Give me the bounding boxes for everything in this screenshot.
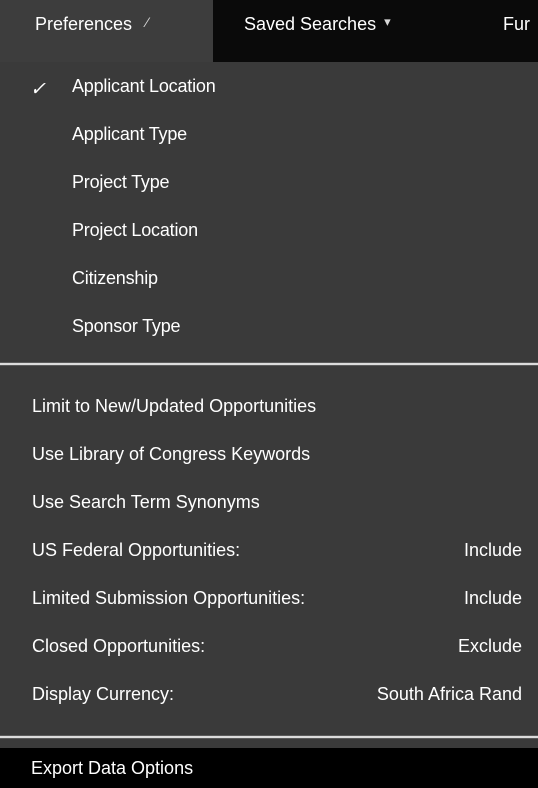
preferences-dropdown: ✓ Applicant Location Applicant Type Proj…: [0, 62, 538, 788]
export-label: Export Data Options: [31, 758, 194, 778]
pref-item-sponsor-type[interactable]: Sponsor Type: [72, 316, 181, 337]
chevron-down-icon: ⁄: [146, 14, 149, 30]
option-label: Closed Opportunities:: [32, 636, 206, 656]
pref-item-applicant-type[interactable]: Applicant Type: [72, 124, 187, 145]
chevron-down-icon: ▾: [384, 14, 391, 29]
option-label: Limited Submission Opportunities:: [32, 588, 306, 608]
tab-preferences[interactable]: Preferences ⁄: [0, 0, 213, 62]
option-value: South Africa Rand: [376, 684, 522, 704]
tab-preferences-label: Preferences: [35, 14, 133, 34]
option-value: Exclude: [457, 636, 522, 656]
menu-divider: [0, 735, 538, 739]
option-value: Include: [463, 540, 522, 560]
option-label: Use Search Term Synonyms: [32, 492, 260, 512]
tab-saved-searches-label: Saved Searches: [244, 14, 377, 34]
pref-item-project-location[interactable]: Project Location: [72, 220, 198, 241]
menu-divider: [0, 362, 538, 366]
tab-saved-searches[interactable]: Saved Searches ▾: [213, 0, 463, 62]
checkmark-icon: ✓: [30, 79, 46, 100]
option-value: Include: [463, 588, 522, 608]
menu-bar: Preferences ⁄ Saved Searches ▾ Fur: [0, 0, 538, 62]
option-label: Display Currency:: [32, 684, 175, 704]
pref-item-citizenship[interactable]: Citizenship: [72, 268, 158, 289]
tab-fur-label: Fur: [503, 14, 530, 34]
option-label: Limit to New/Updated Opportunities: [32, 396, 317, 416]
tab-fur[interactable]: Fur: [463, 0, 538, 62]
option-label: US Federal Opportunities:: [32, 540, 241, 560]
option-label: Use Library of Congress Keywords: [32, 444, 311, 464]
export-data-options[interactable]: Export Data Options: [0, 748, 538, 788]
pref-item-applicant-location[interactable]: Applicant Location: [72, 76, 216, 97]
pref-item-project-type[interactable]: Project Type: [72, 172, 170, 193]
